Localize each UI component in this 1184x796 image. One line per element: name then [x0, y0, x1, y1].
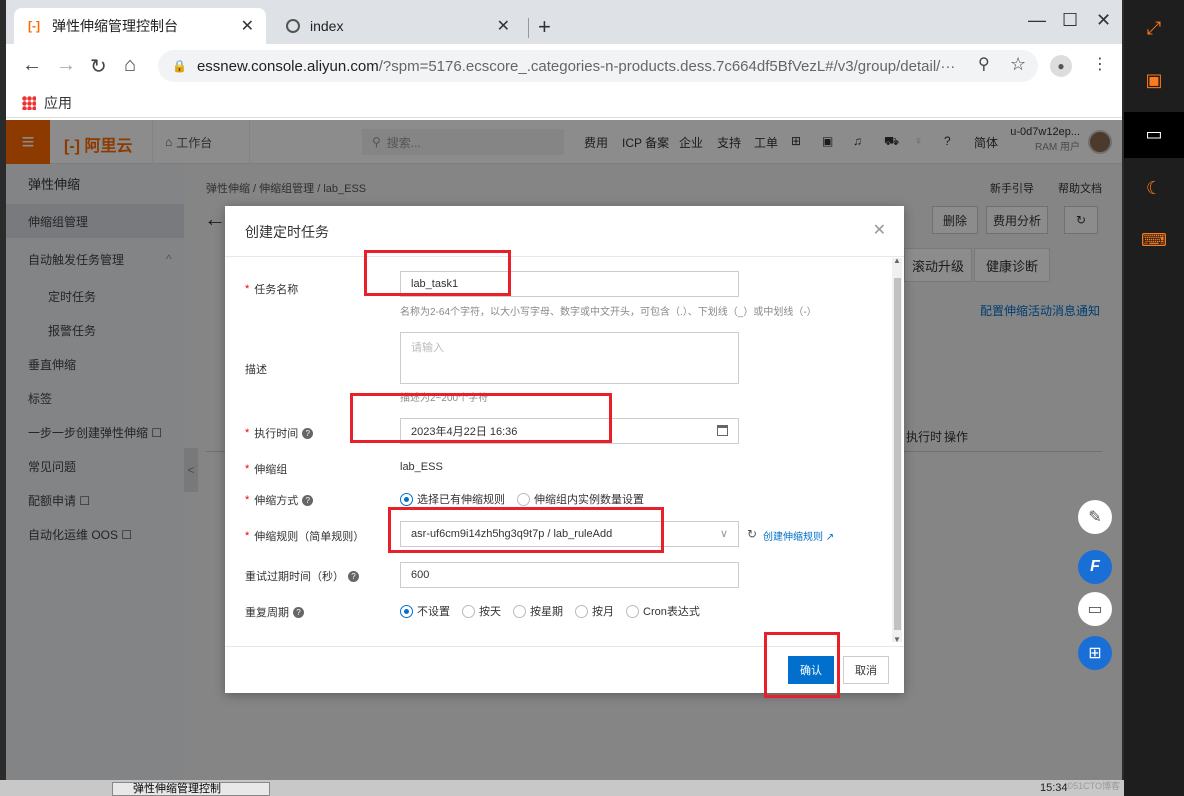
close-icon[interactable]: ✕	[497, 16, 510, 36]
back-icon[interactable]: ←	[22, 54, 42, 77]
console-page: ≡ [-] 阿里云 ⌂ 工作台 ⚲ 搜索... 费用 ICP 备案 企业 支持 工单…	[6, 120, 1122, 780]
retry-input[interactable]: 600	[400, 562, 739, 588]
repeat-monthly[interactable]: 按月	[575, 603, 614, 619]
fullscreen-icon[interactable]: ⤢	[1134, 8, 1174, 48]
group-value: lab_ESS	[400, 461, 443, 473]
help-icon: ?	[293, 606, 304, 618]
tab-index[interactable]: index ✕	[274, 8, 522, 44]
url-field[interactable]: 🔒 essnew.console.aliyun.com/?spm=5176.ec…	[158, 50, 1038, 82]
scaling-mode-radios: 选择已有伸缩规则 伸缩组内实例数量设置	[400, 491, 656, 507]
moon-icon[interactable]: ☾	[1134, 168, 1174, 208]
repeat-weekly[interactable]: 按星期	[513, 603, 563, 619]
edit-icon[interactable]: ✎	[1078, 500, 1112, 534]
desktop-icon[interactable]: ▭	[1134, 114, 1174, 154]
url-path: /?spm=5176.ecscore_.categories-n-product…	[378, 57, 956, 75]
home-icon[interactable]: ⌂	[124, 54, 136, 77]
close-icon[interactable]: ✕	[873, 220, 886, 240]
task-name-input[interactable]: lab_task1	[400, 271, 739, 297]
group-label: * 伸缩组	[245, 463, 288, 476]
help-icon: ?	[302, 427, 314, 439]
exec-time-value: 2023年4月22日 16:36	[411, 426, 518, 438]
mode-existing-rule[interactable]: 选择已有伸缩规则	[400, 491, 505, 507]
minimize-icon[interactable]: —	[1028, 10, 1046, 31]
cancel-button[interactable]: 取消	[843, 656, 889, 684]
close-icon[interactable]: ✕	[241, 16, 254, 36]
apps-icon[interactable]	[22, 95, 36, 110]
refresh-icon[interactable]: ↻	[747, 527, 757, 541]
address-bar: ← → ↻ ⌂ 🔒 essnew.console.aliyun.com/?spm…	[6, 44, 1122, 88]
remote-toolbar: ⤢ ▣ ▭ ☾ ⌨	[1124, 0, 1184, 796]
dialog-scrollbar[interactable]: ▲ ▼	[892, 256, 902, 644]
help-icon: ?	[302, 494, 314, 506]
radio-icon	[517, 492, 530, 506]
url-host: essnew.console.aliyun.com	[196, 57, 379, 75]
tab-title: 弹性伸缩管理控制台	[52, 18, 178, 34]
scaling-rule-value: asr-uf6cm9i14zh5hg3q9t7p / lab_ruleAdd	[411, 528, 613, 540]
dialog-body: * 任务名称 lab_task1 名称为2-64个字符，以大小写字母、数字或中文开…	[225, 257, 904, 645]
scaling-rule-select[interactable]: asr-uf6cm9i14zh5hg3q9t7p / lab_ruleAdd ∨	[400, 521, 739, 547]
forward-icon[interactable]: →	[56, 54, 76, 77]
new-tab-button[interactable]: +	[538, 14, 551, 40]
chat-icon[interactable]: ▭	[1078, 592, 1112, 626]
exec-time-label: * 执行时间?	[245, 425, 314, 441]
watermark: ©51CTO博客	[1066, 781, 1120, 791]
terminal-icon[interactable]: ▣	[1134, 60, 1174, 100]
retry-label: 重试过期时间（秒）?	[245, 568, 359, 584]
scaling-rule-label: * 伸缩规则（简单规则）	[245, 530, 365, 543]
repeat-none[interactable]: 不设置	[400, 603, 450, 619]
description-field[interactable]: 请输入	[400, 332, 739, 384]
scaling-mode-label: * 伸缩方式?	[245, 492, 314, 508]
tab-title: index	[310, 18, 344, 34]
task-name-hint: 名称为2-64个字符，以大小写字母、数字或中文开头，可包含（.）、下划线（_）或…	[400, 307, 817, 318]
repeat-label: 重复周期?	[245, 604, 304, 620]
globe-icon	[286, 19, 300, 33]
create-scheduled-task-dialog: 创建定时任务 ✕ * 任务名称 lab_task1 名称为2-64个字符，以大小写…	[225, 206, 904, 693]
calendar-icon	[717, 425, 728, 436]
tab-console[interactable]: [-] 弹性伸缩管理控制台 ✕	[14, 8, 266, 44]
apps-grid-icon[interactable]: ⊞	[1078, 636, 1112, 670]
dialog-title: 创建定时任务	[245, 224, 329, 240]
profile-icon[interactable]: ●	[1050, 55, 1072, 77]
radio-checked-icon	[400, 492, 413, 506]
description-label: 描述	[245, 364, 267, 376]
star-icon[interactable]: ☆	[1010, 54, 1026, 75]
confirm-button[interactable]: 确认	[788, 656, 834, 684]
apps-label[interactable]: 应用	[44, 93, 72, 113]
aliyun-icon: [-]	[28, 19, 40, 33]
reload-icon[interactable]: ↻	[90, 54, 107, 79]
tab-bar: [-] 弹性伸缩管理控制台 ✕ index ✕ + — ☐ ✕	[6, 0, 1122, 44]
close-window-icon[interactable]: ✕	[1096, 10, 1111, 31]
menu-icon[interactable]: ⋮	[1092, 54, 1108, 74]
radio-icon	[575, 604, 588, 618]
browser-window: [-] 弹性伸缩管理控制台 ✕ index ✕ + — ☐ ✕ ← → ↻ ⌂ …	[6, 0, 1122, 780]
create-rule-link[interactable]: 创建伸缩规则 ↗	[763, 528, 834, 543]
os-taskbar: 弹性伸缩管理控制 15:34	[0, 780, 1124, 796]
lock-icon: 🔒	[172, 59, 187, 73]
exec-time-picker[interactable]: 2023年4月22日 16:36	[400, 418, 739, 444]
help-icon: ?	[348, 570, 359, 582]
radio-icon	[626, 604, 639, 618]
repeat-cron[interactable]: Cron表达式	[626, 603, 700, 619]
external-link-icon: ↗	[825, 532, 835, 543]
repeat-radios: 不设置 按天 按星期 按月 Cron表达式	[400, 603, 712, 619]
bookmarks-bar: 应用	[6, 88, 1122, 118]
feedback-f-icon[interactable]: F	[1078, 550, 1112, 584]
description-hint: 描述为2~200个字符	[400, 393, 489, 404]
radio-icon	[513, 604, 526, 618]
radio-checked-icon	[400, 604, 413, 618]
task-name-label: * 任务名称	[245, 283, 299, 296]
taskbar-app-button[interactable]: 弹性伸缩管理控制	[112, 782, 270, 796]
keyboard-icon[interactable]: ⌨	[1134, 220, 1174, 260]
zoom-icon[interactable]: ⚲	[978, 54, 990, 74]
mode-instance-count[interactable]: 伸缩组内实例数量设置	[517, 491, 644, 507]
repeat-daily[interactable]: 按天	[462, 603, 501, 619]
radio-icon	[462, 604, 475, 618]
clock: 15:34	[1040, 782, 1068, 794]
chevron-down-icon: ∨	[719, 528, 728, 540]
maximize-icon[interactable]: ☐	[1062, 10, 1078, 31]
